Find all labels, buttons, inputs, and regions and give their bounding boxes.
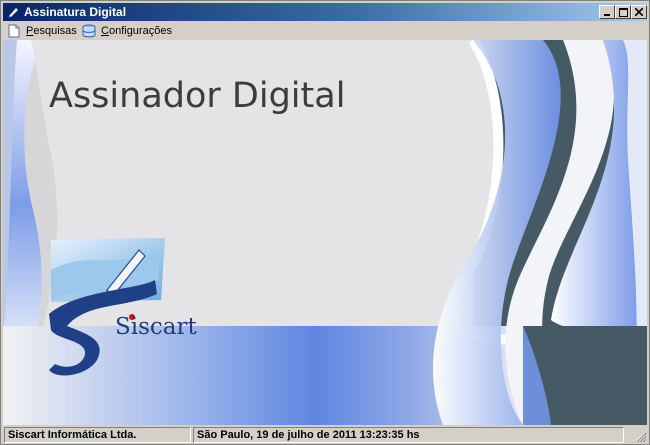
minimize-icon (604, 14, 610, 16)
close-button[interactable] (631, 5, 647, 19)
close-icon (635, 8, 643, 16)
app-title: Assinador Digital (49, 76, 346, 116)
database-icon (82, 24, 96, 38)
status-company: Siscart Informática Ltda. (4, 427, 191, 443)
resize-grip-icon[interactable] (634, 430, 646, 442)
logo-text: Siscart (115, 314, 197, 340)
app-window: Assinatura Digital Pesquisas Configuraçõ… (0, 0, 650, 445)
menu-label: Configurações (101, 25, 172, 37)
menu-label: Pesquisas (26, 25, 77, 37)
status-datetime: São Paulo, 19 de julho de 2011 13:23:35 … (193, 427, 624, 443)
document-icon (8, 24, 20, 38)
maximize-icon (618, 7, 628, 17)
main-canvas: Assinador Digital Siscart (3, 40, 647, 425)
pen-icon (6, 5, 20, 19)
menu-bar: Pesquisas Configurações (3, 22, 647, 40)
siscart-logo-icon (49, 238, 165, 376)
menu-configuracoes[interactable]: Configurações (82, 23, 172, 39)
minimize-button[interactable] (599, 5, 615, 19)
maximize-button[interactable] (615, 5, 631, 19)
title-bar[interactable]: Assinatura Digital (3, 3, 647, 21)
menu-pesquisas[interactable]: Pesquisas (7, 23, 77, 39)
window-title: Assinatura Digital (24, 5, 127, 19)
status-bar: Siscart Informática Ltda. São Paulo, 19 … (3, 426, 647, 443)
